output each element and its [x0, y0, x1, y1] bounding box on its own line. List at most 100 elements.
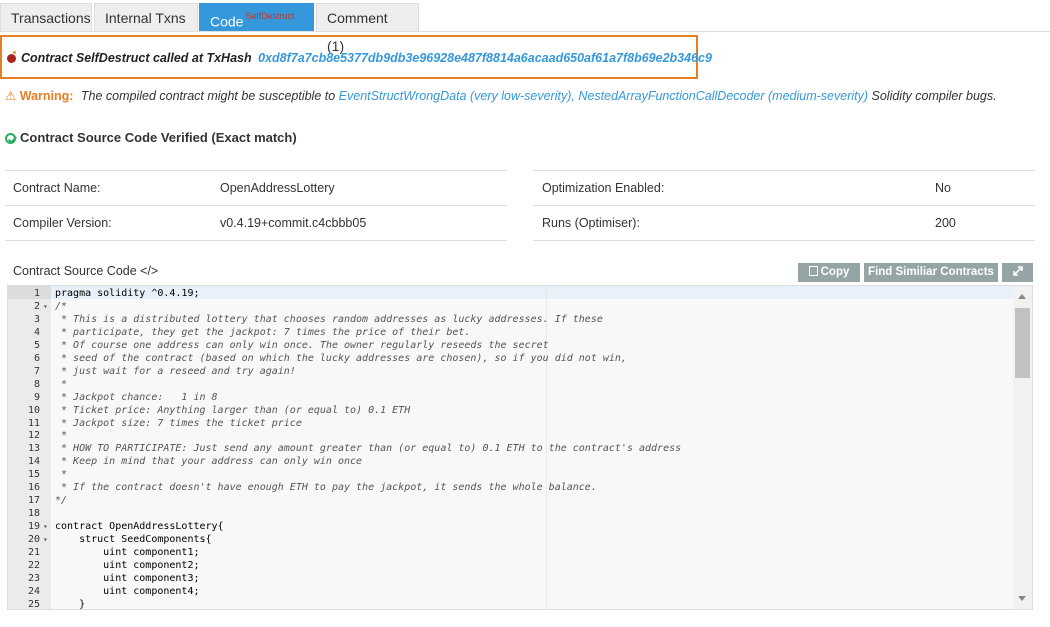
code-text: * just wait for a reseed and try again! [55, 365, 296, 377]
line-number: 11 [27, 417, 40, 429]
contract-name-value: OpenAddressLottery [220, 181, 335, 195]
code-text: * Of course one address can only win onc… [55, 339, 549, 351]
code-text: uint component4; [55, 585, 200, 597]
optimization-label: Optimization Enabled: [542, 181, 665, 195]
find-similar-contracts-button[interactable]: Find Similiar Contracts [864, 263, 998, 282]
warning-text-end: Solidity compiler bugs. [871, 89, 997, 103]
optimization-value: No [935, 181, 951, 195]
code-text: * Jackpot size: 7 times the ticket price [55, 417, 302, 429]
code-text: */ [55, 495, 68, 507]
verified-text: Contract Source Code Verified (Exact mat… [20, 130, 297, 145]
line-number: 15 [27, 469, 40, 481]
tab-comment[interactable]: Comment (1) [316, 3, 419, 54]
bomb-icon [7, 51, 16, 63]
warning-label: Warning: [19, 89, 74, 103]
line-number: 20 [27, 534, 40, 546]
runs-value: 200 [935, 216, 956, 230]
divider [533, 170, 1035, 171]
selfdestruct-label: Contract SelfDestruct called at TxHash [21, 51, 252, 65]
fold-toggle-icon[interactable]: ▾ [43, 520, 48, 533]
warning-icon: ⚠ [5, 89, 17, 103]
divider [533, 240, 1035, 241]
source-code-title: Contract Source Code </> [13, 264, 159, 278]
line-number: 7 [33, 365, 40, 377]
code-text: * This is a distributed lottery that cho… [55, 313, 603, 325]
code-text: /* [55, 300, 68, 312]
divider [533, 205, 1035, 206]
code-text: * [55, 378, 68, 390]
code-text: * Jackpot chance: 1 in 8 [55, 391, 218, 403]
line-number: 21 [27, 547, 40, 558]
scroll-up-icon[interactable] [1018, 294, 1026, 299]
divider [5, 170, 507, 171]
line-number: 6 [33, 352, 40, 364]
code-text: * seed of the contract (based on which t… [55, 352, 627, 364]
code-text: * participate, they get the jackpot: 7 t… [55, 326, 471, 338]
line-number: 8 [33, 378, 40, 390]
compiler-warning: ⚠ Warning: The compiled contract might b… [5, 88, 997, 103]
scroll-thumb[interactable] [1015, 308, 1030, 378]
code-text: pragma solidity ^0.4.19; [55, 288, 200, 299]
check-circle-icon [5, 133, 16, 144]
source-code-editor[interactable]: 1 pragma solidity ^0.4.19; 2 ▾/* 3 * This is… [7, 285, 1033, 610]
tab-label: Code [210, 13, 244, 30]
selfdestruct-badge: SelfDestruct [245, 11, 295, 21]
contract-name-label: Contract Name: [13, 181, 101, 195]
line-number: 18 [27, 508, 40, 520]
tab-bar: Transactions Internal Txns Code SelfDestr… [0, 0, 1050, 54]
code-text: uint component3; [55, 572, 200, 584]
runs-label: Runs (Optimiser): [542, 216, 640, 230]
line-number: 22 [27, 559, 40, 571]
bug-link-nestedarray[interactable]: NestedArrayFunctionCallDecoder (medium-s… [578, 89, 868, 103]
copy-icon [808, 266, 818, 276]
code-text: } [55, 598, 86, 610]
code-text: * [55, 430, 68, 442]
line-number: 23 [27, 572, 40, 584]
tab-internal-txns[interactable]: Internal Txns [94, 3, 198, 31]
tab-label: Transactions [11, 10, 91, 26]
warning-text: The compiled contract might be susceptib… [80, 89, 336, 103]
selfdestruct-notice: Contract SelfDestruct called at TxHash 0… [0, 35, 712, 79]
code-text: struct SeedComponents{ [55, 534, 212, 546]
line-number: 12 [27, 430, 40, 442]
code-text: uint component1; [55, 547, 200, 558]
code-text: * If the contract doesn't have enough ET… [55, 482, 597, 494]
tab-code[interactable]: Code SelfDestruct [199, 3, 314, 31]
line-number: 5 [33, 339, 40, 351]
selfdestruct-text: Contract SelfDestruct called at TxHash 0… [21, 51, 712, 65]
line-number: 2 [33, 300, 40, 312]
fold-toggle-icon[interactable]: ▾ [43, 300, 48, 313]
line-number: 17 [27, 495, 40, 507]
verified-heading: Contract Source Code Verified (Exact mat… [5, 130, 297, 145]
divider [5, 205, 507, 206]
line-number: 3 [33, 313, 40, 325]
fold-toggle-icon[interactable]: ▾ [43, 533, 48, 546]
copy-label: Copy [820, 266, 850, 278]
compiler-version-label: Compiler Version: [13, 216, 112, 230]
copy-button[interactable]: Copy [798, 263, 860, 282]
code-text: * HOW TO PARTICIPATE: Just send any amou… [55, 443, 682, 455]
selfdestruct-txhash-link[interactable]: 0xd8f7a7cb8e5377db9db3e96928e487f8814a6a… [258, 51, 712, 65]
scroll-down-icon[interactable] [1018, 596, 1026, 601]
line-number: 19 [27, 521, 40, 533]
line-number: 16 [27, 482, 40, 494]
compiler-version-value: v0.4.19+commit.c4cbbb05 [220, 216, 367, 230]
line-number: 9 [33, 391, 40, 403]
code-text: contract OpenAddressLottery{ [55, 521, 224, 533]
bug-link-eventstruct[interactable]: EventStructWrongData (very low-severity)… [339, 89, 575, 103]
divider [5, 240, 507, 241]
line-number: 24 [27, 585, 40, 597]
code-text: * [55, 469, 68, 481]
tab-label: Internal Txns [105, 10, 186, 26]
line-number: 10 [27, 404, 40, 416]
vertical-scrollbar[interactable] [1013, 286, 1032, 609]
code-text: * Keep in mind that your address can onl… [55, 456, 363, 468]
line-number: 1 [33, 288, 40, 299]
code-text: uint component2; [55, 559, 200, 571]
tab-transactions[interactable]: Transactions [0, 3, 92, 31]
expand-button[interactable] [1002, 263, 1033, 282]
find-similar-label: Find Similiar Contracts [868, 266, 994, 278]
line-number: 25 [27, 598, 40, 610]
code-text: * Ticket price: Anything larger than (or… [55, 404, 411, 416]
line-number: 14 [27, 456, 40, 468]
